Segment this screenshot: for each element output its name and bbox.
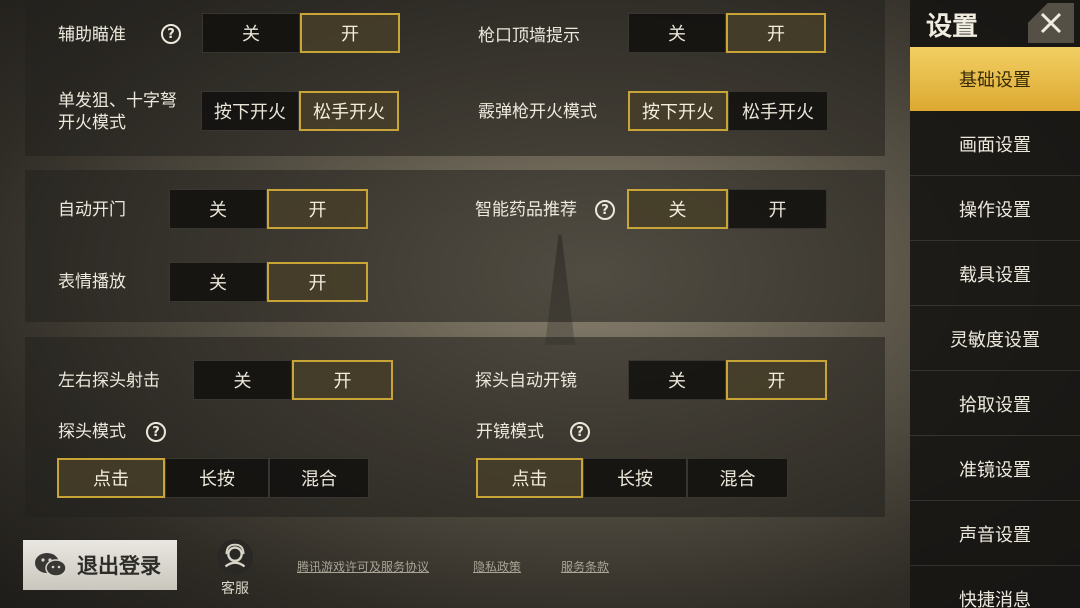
nav-pickup-settings[interactable]: 拾取设置 [910, 372, 1080, 436]
scope-mode-hold-button[interactable]: 长按 [583, 458, 687, 498]
settings-title: 设置 [926, 12, 979, 42]
nav-basic-settings[interactable]: 基础设置 [910, 47, 1080, 111]
smart-meds-help-icon[interactable]: ? [595, 200, 615, 220]
aim-assist-help-icon[interactable]: ? [161, 24, 181, 44]
logout-label: 退出登录 [77, 554, 161, 578]
lean-mode-selector: 点击 长按 混合 [57, 458, 369, 498]
scope-mode-mixed-button[interactable]: 混合 [687, 458, 788, 498]
close-icon [1040, 12, 1062, 34]
lean-scope-on-button[interactable]: 开 [726, 360, 827, 400]
close-button[interactable] [1028, 3, 1074, 43]
auto-door-on-button[interactable]: 开 [267, 189, 368, 229]
customer-service-icon [216, 538, 254, 576]
sidebar-header: 设置 [910, 0, 1080, 46]
nav-reticle-settings[interactable]: 准镜设置 [910, 437, 1080, 501]
muzzle-hint-toggle: 关 开 [628, 13, 826, 53]
smart-meds-off-button[interactable]: 关 [627, 189, 728, 229]
lean-fire-label: 左右探头射击 [58, 371, 160, 391]
emote-on-button[interactable]: 开 [267, 262, 368, 302]
shotgun-fire-label: 霰弹枪开火模式 [478, 102, 597, 122]
shotgun-fire-toggle: 按下开火 松手开火 [628, 91, 828, 131]
muzzle-hint-off-button[interactable]: 关 [628, 13, 726, 53]
single-fire-label-line2: 开火模式 [58, 113, 126, 133]
aim-assist-label: 辅助瞄准 [58, 25, 126, 45]
auto-door-off-button[interactable]: 关 [169, 189, 267, 229]
nav-graphics-settings[interactable]: 画面设置 [910, 112, 1080, 176]
wechat-icon [35, 553, 67, 577]
aim-assist-off-button[interactable]: 关 [202, 13, 300, 53]
auto-door-toggle: 关 开 [169, 189, 368, 229]
lean-fire-toggle: 关 开 [193, 360, 393, 400]
nav-vehicle-settings[interactable]: 载具设置 [910, 242, 1080, 306]
lean-mode-hold-button[interactable]: 长按 [165, 458, 269, 498]
nav-sensitivity-settings[interactable]: 灵敏度设置 [910, 307, 1080, 371]
single-fire-label-line1: 单发狙、十字弩 [58, 91, 177, 111]
smart-meds-label: 智能药品推荐 [475, 200, 577, 220]
license-agreement-link[interactable]: 腾讯游戏许可及服务协议 [297, 558, 429, 575]
lean-fire-off-button[interactable]: 关 [193, 360, 292, 400]
customer-service-button[interactable]: 客服 [208, 538, 262, 598]
single-fire-release-button[interactable]: 松手开火 [299, 91, 399, 131]
scope-mode-help-icon[interactable]: ? [570, 422, 590, 442]
lean-scope-label: 探头自动开镜 [475, 371, 577, 391]
lean-scope-toggle: 关 开 [628, 360, 827, 400]
lean-mode-help-icon[interactable]: ? [146, 422, 166, 442]
scope-mode-tap-button[interactable]: 点击 [476, 458, 583, 498]
terms-of-service-link[interactable]: 服务条款 [561, 558, 609, 575]
smart-meds-on-button[interactable]: 开 [728, 189, 827, 229]
lean-mode-mixed-button[interactable]: 混合 [269, 458, 369, 498]
muzzle-hint-on-button[interactable]: 开 [726, 13, 826, 53]
auto-door-label: 自动开门 [58, 200, 126, 220]
lean-mode-label: 探头模式 [58, 422, 126, 442]
customer-service-label: 客服 [221, 581, 249, 597]
muzzle-hint-label: 枪口顶墙提示 [478, 26, 580, 46]
privacy-policy-link[interactable]: 隐私政策 [473, 558, 521, 575]
aim-assist-toggle: 关 开 [202, 13, 400, 53]
settings-sidebar: 设置 基础设置 画面设置 操作设置 载具设置 灵敏度设置 拾取设置 准镜设置 声… [910, 0, 1080, 608]
emote-off-button[interactable]: 关 [169, 262, 267, 302]
shotgun-fire-release-button[interactable]: 松手开火 [728, 91, 828, 131]
lean-scope-off-button[interactable]: 关 [628, 360, 726, 400]
single-fire-press-button[interactable]: 按下开火 [201, 91, 299, 131]
shotgun-fire-press-button[interactable]: 按下开火 [628, 91, 728, 131]
logout-button[interactable]: 退出登录 [23, 540, 177, 590]
single-fire-toggle: 按下开火 松手开火 [201, 91, 399, 131]
scope-mode-selector: 点击 长按 混合 [476, 458, 788, 498]
nav-sound-settings[interactable]: 声音设置 [910, 502, 1080, 566]
nav-quick-messages[interactable]: 快捷消息 [910, 567, 1080, 608]
emote-toggle: 关 开 [169, 262, 368, 302]
aim-assist-on-button[interactable]: 开 [300, 13, 400, 53]
nav-controls-settings[interactable]: 操作设置 [910, 177, 1080, 241]
scope-mode-label: 开镜模式 [476, 422, 544, 442]
smart-meds-toggle: 关 开 [627, 189, 827, 229]
lean-mode-tap-button[interactable]: 点击 [57, 458, 165, 498]
lean-fire-on-button[interactable]: 开 [292, 360, 393, 400]
emote-label: 表情播放 [58, 272, 126, 292]
